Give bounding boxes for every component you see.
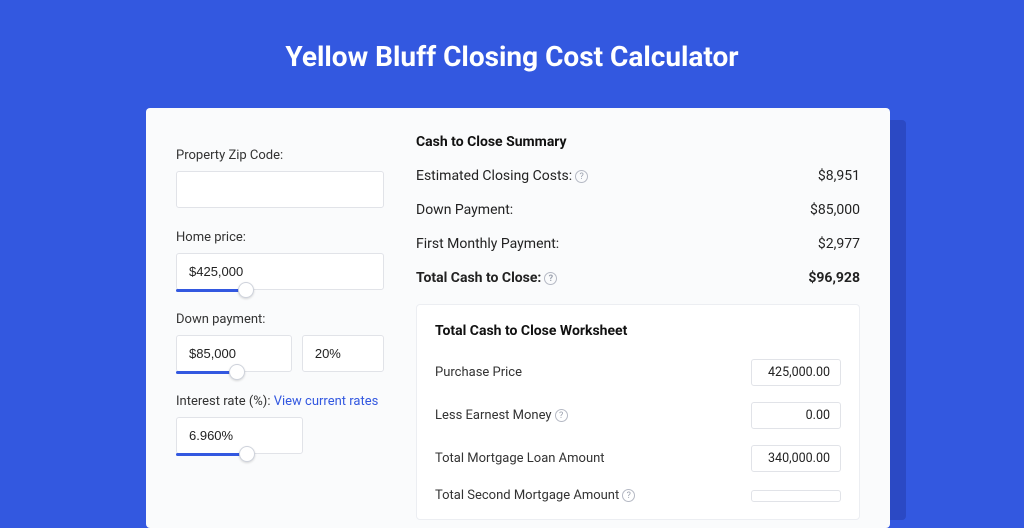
view-rates-link[interactable]: View current rates xyxy=(274,394,379,409)
inputs-column: Property Zip Code: Home price: Down paym… xyxy=(146,108,398,528)
summary-row-value: $96,928 xyxy=(808,270,860,286)
summary-heading: Cash to Close Summary xyxy=(416,134,860,150)
worksheet-row-label: Total Mortgage Loan Amount xyxy=(435,451,605,466)
down-payment-field: Down payment: xyxy=(176,312,384,372)
zip-field: Property Zip Code: xyxy=(176,148,384,208)
worksheet-row-value[interactable] xyxy=(751,490,841,502)
calculator-card: Property Zip Code: Home price: Down paym… xyxy=(146,108,890,528)
summary-row: Estimated Closing Costs:? $8,951 xyxy=(416,168,860,184)
help-icon[interactable]: ? xyxy=(544,272,557,285)
worksheet-row-value[interactable]: 340,000.00 xyxy=(751,445,841,472)
worksheet-row: Total Mortgage Loan Amount 340,000.00 xyxy=(435,445,841,472)
worksheet-row-value[interactable]: 0.00 xyxy=(751,402,841,429)
summary-row-label: Down Payment: xyxy=(416,202,513,218)
zip-input[interactable] xyxy=(176,171,384,208)
summary-rows: Estimated Closing Costs:? $8,951 Down Paym… xyxy=(416,168,860,286)
summary-row: Down Payment: $85,000 xyxy=(416,202,860,218)
down-payment-pct-input[interactable] xyxy=(302,335,384,372)
summary-row-value: $85,000 xyxy=(810,202,860,218)
summary-row-value: $2,977 xyxy=(818,236,860,252)
help-icon[interactable]: ? xyxy=(622,489,635,502)
worksheet-row: Total Second Mortgage Amount? xyxy=(435,488,841,503)
summary-row-value: $8,951 xyxy=(818,168,860,184)
down-payment-label: Down payment: xyxy=(176,312,384,327)
summary-row: First Monthly Payment: $2,977 xyxy=(416,236,860,252)
worksheet-card: Total Cash to Close Worksheet Purchase P… xyxy=(416,304,860,520)
rate-label: Interest rate (%): View current rates xyxy=(176,394,384,409)
worksheet-row-label: Total Second Mortgage Amount? xyxy=(435,488,635,503)
worksheet-row-value[interactable]: 425,000.00 xyxy=(751,359,841,386)
page-title: Yellow Bluff Closing Cost Calculator xyxy=(0,0,1024,101)
zip-label: Property Zip Code: xyxy=(176,148,384,163)
results-column: Cash to Close Summary Estimated Closing … xyxy=(398,108,890,528)
summary-row: Total Cash to Close:? $96,928 xyxy=(416,270,860,286)
rate-field: Interest rate (%): View current rates xyxy=(176,394,384,454)
home-price-label: Home price: xyxy=(176,230,384,245)
worksheet-row: Less Earnest Money? 0.00 xyxy=(435,402,841,429)
worksheet-row-label: Less Earnest Money? xyxy=(435,408,568,423)
help-icon[interactable]: ? xyxy=(575,170,588,183)
summary-row-label: Estimated Closing Costs:? xyxy=(416,168,588,184)
home-price-input[interactable] xyxy=(176,253,384,290)
worksheet-row: Purchase Price 425,000.00 xyxy=(435,359,841,386)
worksheet-row-label: Purchase Price xyxy=(435,365,522,380)
worksheet-heading: Total Cash to Close Worksheet xyxy=(435,323,841,339)
summary-row-label: First Monthly Payment: xyxy=(416,236,559,252)
summary-row-label: Total Cash to Close:? xyxy=(416,270,557,286)
rate-label-text: Interest rate (%): xyxy=(176,394,274,409)
home-price-field: Home price: xyxy=(176,230,384,290)
help-icon[interactable]: ? xyxy=(555,409,568,422)
worksheet-rows: Purchase Price 425,000.00 Less Earnest Mon… xyxy=(435,359,841,503)
